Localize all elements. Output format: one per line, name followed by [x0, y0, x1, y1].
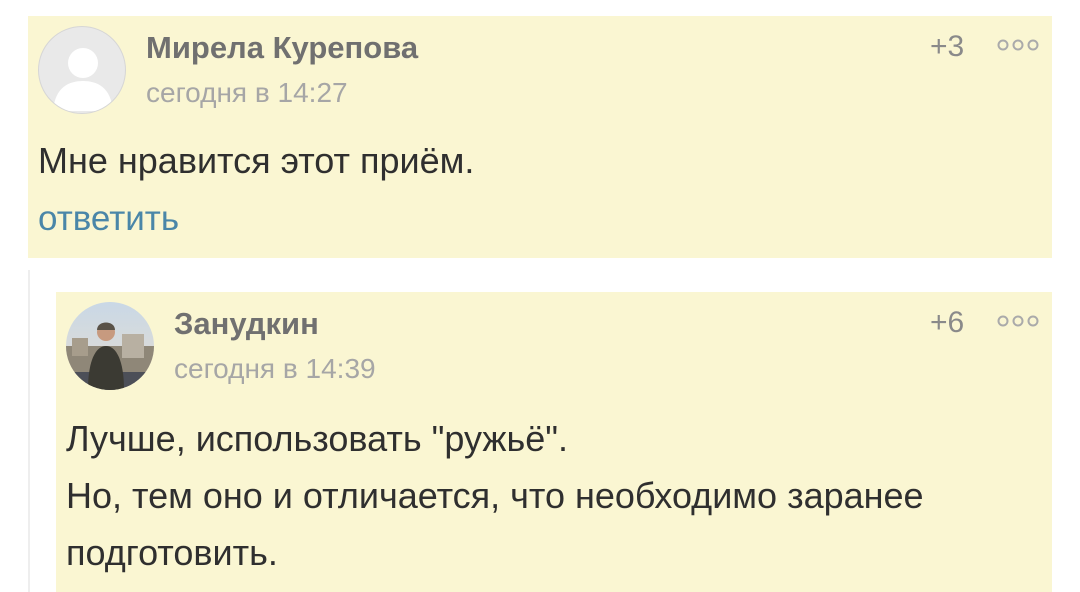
user-photo-avatar-icon: [66, 302, 154, 390]
comment-text-line: Лучше, использовать "ружьё".: [66, 418, 569, 459]
avatar[interactable]: [38, 26, 126, 114]
comment-text: Мне нравится этот приём.: [38, 140, 475, 181]
comment-date: сегодня в 14:39: [174, 353, 376, 384]
comment-text-line: Но, тем оно и отличается, что необходимо…: [66, 475, 924, 516]
comment-author[interactable]: Мирела Курепова: [146, 30, 418, 66]
reply-link[interactable]: ответить: [38, 199, 179, 239]
more-options-icon[interactable]: [996, 314, 1040, 328]
more-options-icon[interactable]: [996, 38, 1040, 52]
thread-indent-line: [28, 270, 30, 592]
avatar[interactable]: [66, 302, 154, 390]
comment-text-line: подготовить.: [66, 532, 278, 573]
comment-date: сегодня в 14:27: [146, 77, 348, 108]
comment-author[interactable]: Занудкин: [174, 306, 319, 342]
comment: Занудкин сегодня в 14:39 +6 Лучше, испол…: [56, 292, 1052, 592]
comment-score: +3: [930, 30, 965, 63]
comment: Мирела Курепова сегодня в 14:27 +3 Мне н…: [28, 16, 1052, 258]
default-user-avatar-icon: [53, 48, 113, 111]
comment-score: +6: [930, 306, 965, 339]
